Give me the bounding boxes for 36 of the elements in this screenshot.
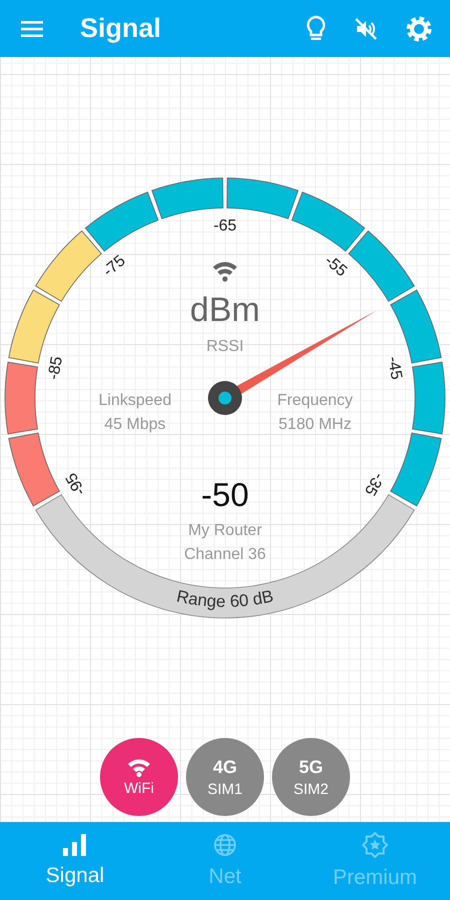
channel-label: Channel 36 [184,546,266,563]
nav-tab[interactable]: Signal [0,822,150,900]
signal-reading: -50 [201,476,249,513]
range-label: Range 60 dB [174,586,276,612]
star-badge-icon [362,832,388,858]
mode-label: SIM2 [293,780,328,798]
tick-label: -55 [321,252,350,280]
tick-label: -95 [62,470,90,498]
tick-label: -65 [213,218,237,234]
linkspeed-label: Linkspeed [98,392,172,409]
metric-label: RSSI [206,338,244,355]
network-type: 5G [298,756,323,778]
tick-label: -35 [360,470,388,498]
network-type: 4G [212,756,237,778]
wifi-icon [213,262,237,282]
app-title: Signal [80,13,162,44]
mode-label: WiFi [124,780,154,797]
network-mode-button[interactable]: 4G SIM1 [186,738,264,816]
muted-speaker-icon[interactable] [354,16,378,40]
unit-label: dBm [190,291,260,329]
wifi-icon [127,757,151,777]
globe-icon [213,833,237,857]
frequency-value: 5180 MHz [278,416,352,433]
network-mode-button[interactable]: 5G SIM2 [272,738,350,816]
tick-label: -75 [100,252,129,280]
network-mode-button[interactable]: WiFi [100,738,178,816]
lightbulb-icon[interactable] [306,14,326,42]
menu-icon[interactable] [21,20,43,36]
frequency-label: Frequency [277,392,353,409]
mode-label: SIM1 [207,780,242,798]
linkspeed-value: 45 Mbps [104,416,166,433]
tick-label: -45 [384,355,405,381]
signal-bars-icon [63,834,87,856]
network-name: My Router [188,522,262,539]
settings-icon[interactable] [406,16,432,42]
tick-label: -85 [45,355,66,381]
